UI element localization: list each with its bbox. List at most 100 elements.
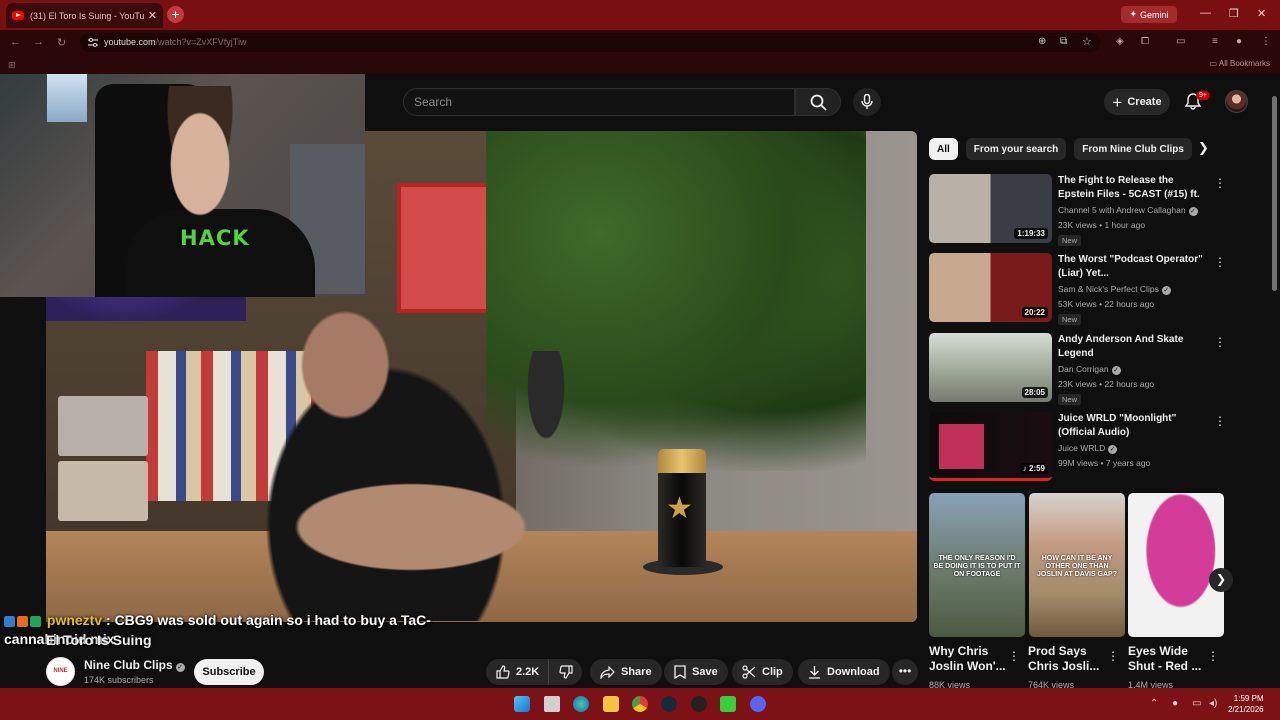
zoom-icon[interactable]: ⊕: [1038, 36, 1046, 47]
windows-start-icon[interactable]: [514, 696, 530, 712]
recommendation-channel-name: Dan Corrigan: [1058, 364, 1109, 374]
tray-chevron-icon[interactable]: ⌃: [1150, 698, 1158, 709]
recommendation-meta: 23K views • 22 hours ago: [1058, 379, 1155, 389]
short-thumbnail[interactable]: THE ONLY REASON I'D BE DOING IT IS TO PU…: [929, 493, 1025, 637]
window-close-icon[interactable]: ✕: [1257, 7, 1266, 20]
video-scene-microphone: [516, 351, 576, 471]
scrollbar-thumb[interactable]: [1272, 96, 1277, 291]
recommendation-title[interactable]: The Fight to Release the Epstein Files -…: [1058, 174, 1210, 203]
video-thumbnail[interactable]: 1:19:33: [929, 174, 1052, 243]
chevron-right-icon[interactable]: ❯: [1198, 140, 1209, 156]
maximize-icon[interactable]: ❐: [1229, 7, 1239, 20]
bookmark-star-icon[interactable]: ☆: [1082, 35, 1092, 48]
browser-tab[interactable]: (31) El Toro Is Suing - YouTube ✕: [6, 3, 163, 28]
short-title[interactable]: Eyes Wide Shut - Red ...: [1128, 644, 1206, 674]
extensions-puzzle-icon[interactable]: ⧠: [1141, 36, 1149, 47]
like-button[interactable]: 2.2K: [486, 659, 548, 685]
reload-icon[interactable]: ↻: [57, 36, 66, 49]
address-bar[interactable]: youtube.com/watch?v=ZvXFVfyjTiw ⊕ ⧉ ☆: [80, 33, 1100, 52]
kebab-menu-icon[interactable]: ⋮: [1008, 649, 1020, 663]
recommendation-item[interactable]: ♪ 2:59 Juice WRLD "Moonlight" (Official …: [929, 412, 1229, 484]
kick-icon[interactable]: [720, 696, 736, 712]
search-box[interactable]: [403, 88, 795, 116]
user-avatar[interactable]: [1225, 90, 1248, 113]
taskbar-clock[interactable]: 1:59 PM 2/21/2026: [1228, 693, 1264, 715]
page-scrollbar[interactable]: [1271, 86, 1278, 686]
channel-name[interactable]: Nine Club Clips ✓: [84, 658, 185, 672]
task-view-icon[interactable]: [544, 696, 560, 712]
kebab-menu-icon[interactable]: ⋮: [1107, 649, 1119, 663]
recommendation-title[interactable]: Andy Anderson And Skate Legend: [1058, 333, 1210, 361]
network-icon[interactable]: ▭: [1192, 698, 1201, 709]
clip-button[interactable]: Clip: [732, 659, 793, 685]
shorts-next-button[interactable]: ❯: [1209, 568, 1233, 592]
kebab-menu-icon[interactable]: ⋮: [1214, 255, 1226, 269]
video-thumbnail[interactable]: ♪ 2:59: [929, 412, 1052, 481]
apps-grid-icon[interactable]: ⊞: [8, 60, 16, 71]
share-label: Share: [621, 666, 652, 678]
tab-close-icon[interactable]: ✕: [148, 9, 157, 22]
site-settings-icon[interactable]: [88, 38, 98, 47]
short-thumbnail[interactable]: HOW CAN IT BE ANY OTHER ONE THAN JOSLIN …: [1029, 493, 1125, 637]
subscribe-button[interactable]: Subscribe: [194, 659, 264, 685]
voice-search-button[interactable]: [853, 88, 881, 116]
mic-tray-icon[interactable]: ●: [1172, 698, 1178, 709]
side-panel-icon[interactable]: ▭: [1176, 36, 1185, 47]
kebab-menu-icon[interactable]: ⋮: [1214, 414, 1226, 428]
create-button[interactable]: + Create: [1104, 89, 1170, 115]
discord-icon[interactable]: [750, 696, 766, 712]
badge-icon: [17, 616, 28, 627]
profile-icon[interactable]: ●: [1236, 36, 1242, 47]
recommendation-meta: 53K views • 22 hours ago: [1058, 299, 1155, 309]
short-title[interactable]: Why Chris Joslin Won'...: [929, 644, 1007, 674]
new-tab-button[interactable]: +: [167, 6, 184, 23]
download-button[interactable]: Download: [798, 659, 890, 685]
new-badge: New: [1058, 314, 1082, 325]
recommendation-item[interactable]: 28:05 Andy Anderson And Skate Legend Dan…: [929, 333, 1229, 405]
volume-icon[interactable]: ◂): [1209, 698, 1217, 709]
share-button[interactable]: Share: [590, 659, 662, 685]
extension-icon-1[interactable]: ◈: [1116, 36, 1124, 47]
reading-list-icon[interactable]: ≡: [1212, 36, 1218, 47]
save-button[interactable]: Save: [664, 659, 728, 685]
bookmarks-bar: ▭ All Bookmarks: [0, 56, 1280, 74]
verified-icon: ✓: [1111, 366, 1121, 375]
search-input[interactable]: [404, 89, 794, 115]
recommendation-title[interactable]: Juice WRLD "Moonlight" (Official Audio): [1058, 412, 1210, 440]
verified-icon: ✓: [175, 663, 185, 672]
short-title[interactable]: Prod Says Chris Josli...: [1028, 644, 1106, 674]
back-icon[interactable]: ←: [10, 36, 21, 48]
gemini-button[interactable]: ✦ Gemini: [1121, 6, 1177, 23]
minimize-icon[interactable]: —: [1200, 7, 1211, 19]
video-thumbnail[interactable]: 20:22: [929, 253, 1052, 322]
recommendation-channel-name: Juice WRLD: [1058, 443, 1106, 453]
chip-all[interactable]: All: [929, 138, 958, 160]
thumbs-down-icon: [559, 665, 573, 679]
kebab-menu-icon[interactable]: ⋮: [1214, 176, 1226, 190]
chip-from-your-search[interactable]: From your search: [965, 138, 1067, 160]
chrome-icon[interactable]: [632, 696, 648, 712]
file-explorer-icon[interactable]: [603, 696, 619, 712]
chip-from-channel[interactable]: From Nine Club Clips: [1074, 138, 1192, 160]
recommendation-item[interactable]: 1:19:33 The Fight to Release the Epstein…: [929, 174, 1229, 246]
recommendation-title[interactable]: The Worst "Podcast Operator" (Liar) Yet.…: [1058, 253, 1210, 281]
kebab-menu-icon[interactable]: ⋮: [1214, 335, 1226, 349]
clock-date: 2/21/2026: [1228, 705, 1264, 714]
install-app-icon[interactable]: ⧉: [1060, 36, 1067, 47]
edge-icon[interactable]: [573, 696, 589, 712]
more-actions-button[interactable]: •••: [892, 659, 918, 685]
browser-menu-icon[interactable]: ⋮: [1261, 36, 1271, 47]
short-thumbnail[interactable]: [1128, 493, 1224, 637]
steam-icon[interactable]: [661, 696, 677, 712]
download-icon: [809, 666, 820, 679]
kebab-menu-icon[interactable]: ⋮: [1207, 649, 1219, 663]
all-bookmarks[interactable]: ▭ All Bookmarks: [1210, 59, 1270, 68]
recommendation-item[interactable]: 20:22 The Worst "Podcast Operator" (Liar…: [929, 253, 1229, 325]
obs-icon[interactable]: [691, 696, 707, 712]
channel-avatar[interactable]: NINE: [46, 657, 75, 686]
search-button[interactable]: [795, 88, 841, 116]
recommendation-channel: Dan Corrigan ✓: [1058, 364, 1121, 375]
dislike-button[interactable]: [548, 659, 582, 685]
forward-icon[interactable]: →: [33, 36, 44, 48]
video-thumbnail[interactable]: 28:05: [929, 333, 1052, 402]
